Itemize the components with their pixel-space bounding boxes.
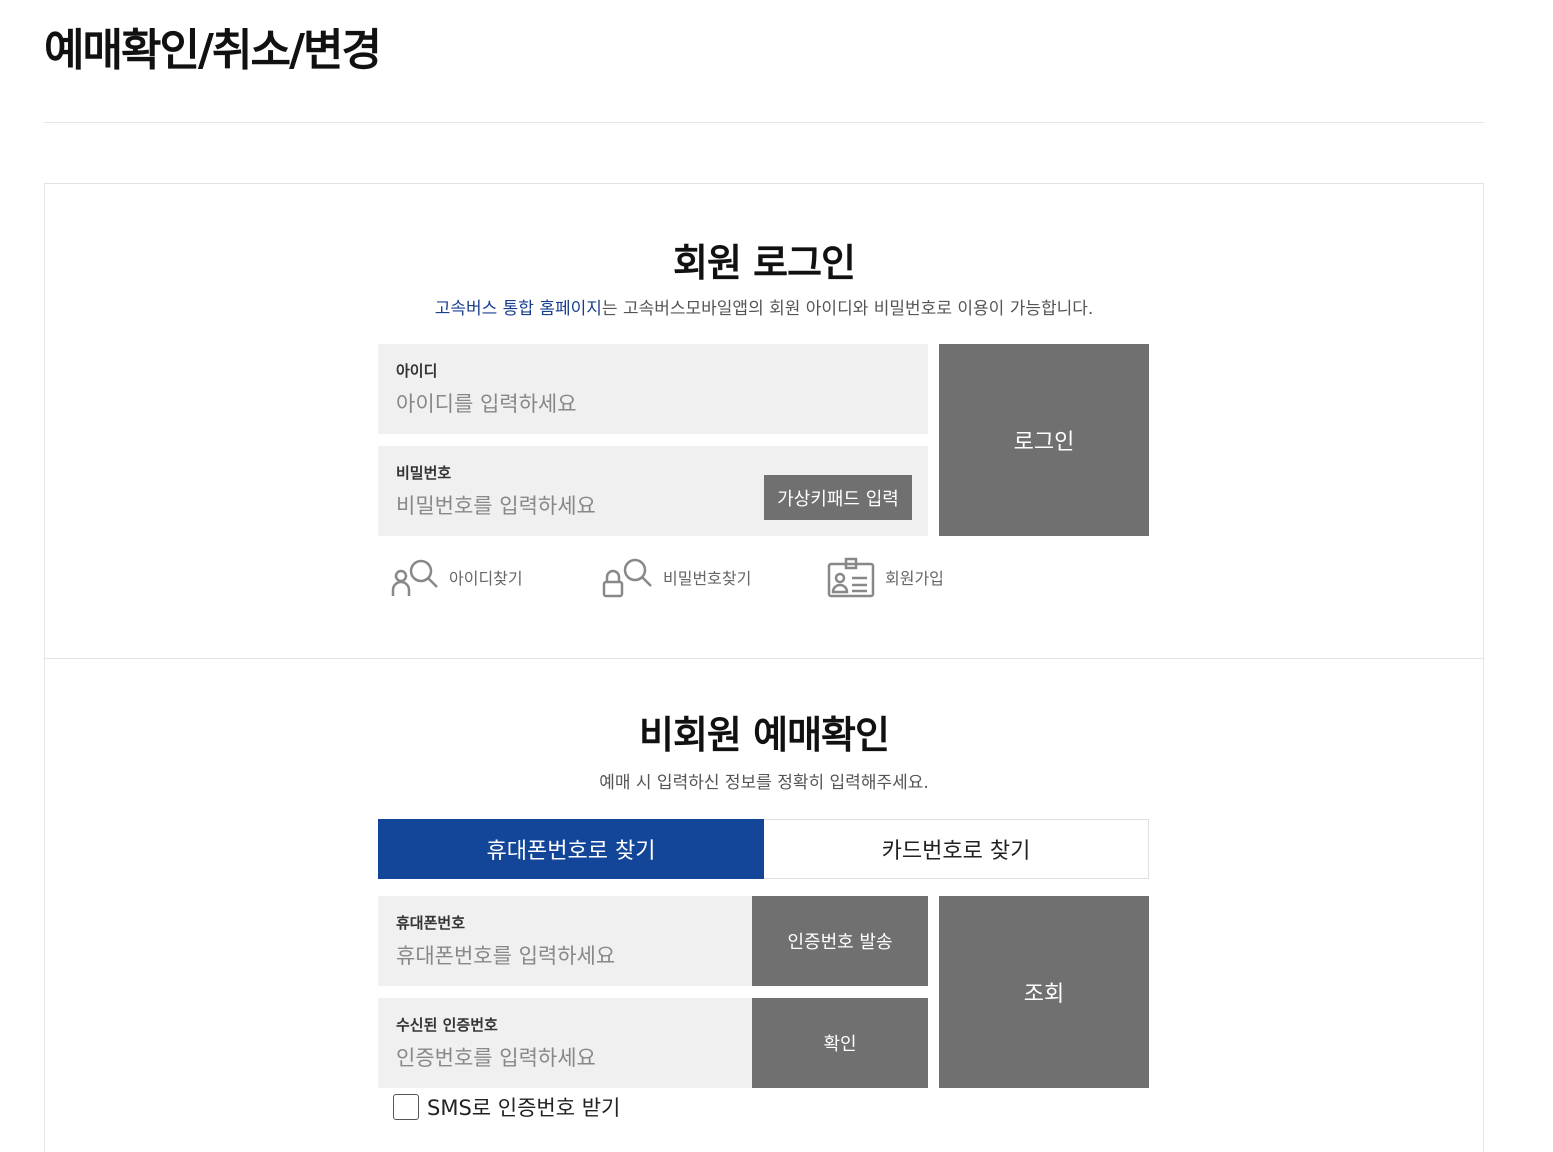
title-divider bbox=[44, 122, 1484, 123]
phone-label: 휴대폰번호 bbox=[396, 914, 466, 932]
password-input[interactable]: 비밀번호를 입력하세요 bbox=[396, 490, 596, 520]
signup-link[interactable]: 회원가입 bbox=[827, 556, 944, 598]
password-field[interactable]: 비밀번호 비밀번호를 입력하세요 가상키패드 입력 bbox=[378, 446, 928, 536]
find-id-label: 아이디찾기 bbox=[449, 569, 523, 588]
confirm-code-button[interactable]: 확인 bbox=[752, 998, 928, 1088]
member-desc-text: 는 고속버스모바일앱의 회원 아이디와 비밀번호로 이용이 가능합니다. bbox=[601, 299, 1094, 319]
section-divider bbox=[45, 658, 1483, 659]
find-password-link[interactable]: 비밀번호찾기 bbox=[601, 556, 751, 598]
guest-confirm-desc: 예매 시 입력하신 정보를 정확히 입력해주세요. bbox=[599, 773, 929, 793]
phone-field[interactable]: 휴대폰번호 휴대폰번호를 입력하세요 bbox=[378, 896, 752, 986]
find-id-link[interactable]: 아이디찾기 bbox=[391, 556, 523, 598]
code-label: 수신된 인증번호 bbox=[396, 1016, 498, 1034]
phone-input[interactable]: 휴대폰번호를 입력하세요 bbox=[396, 940, 615, 970]
tab-card-search[interactable]: 카드번호로 찾기 bbox=[764, 819, 1149, 879]
find-id-icon bbox=[391, 559, 438, 596]
code-field[interactable]: 수신된 인증번호 인증번호를 입력하세요 bbox=[378, 998, 752, 1088]
signup-label: 회원가입 bbox=[885, 569, 944, 588]
code-input[interactable]: 인증번호를 입력하세요 bbox=[396, 1042, 596, 1072]
member-login-title: 회원 로그인 bbox=[672, 241, 856, 285]
search-button[interactable]: 조회 bbox=[939, 896, 1149, 1088]
find-password-label: 비밀번호찾기 bbox=[663, 569, 752, 588]
sms-checkbox-row[interactable]: SMS로 인증번호 받기 bbox=[393, 1092, 620, 1122]
homepage-highlight: 고속버스 통합 홈페이지 bbox=[434, 299, 602, 319]
find-password-icon bbox=[602, 558, 652, 598]
id-field[interactable]: 아이디 아이디를 입력하세요 bbox=[378, 344, 928, 434]
login-button[interactable]: 로그인 bbox=[939, 344, 1149, 536]
tab-phone-search[interactable]: 휴대폰번호로 찾기 bbox=[378, 819, 764, 879]
member-card-icon bbox=[827, 557, 875, 598]
id-input[interactable]: 아이디를 입력하세요 bbox=[396, 388, 577, 418]
sms-label: SMS로 인증번호 받기 bbox=[427, 1096, 621, 1120]
member-login-desc: 고속버스 통합 홈페이지는 고속버스모바일앱의 회원 아이디와 비밀번호로 이용… bbox=[45, 294, 1483, 319]
id-label: 아이디 bbox=[396, 362, 438, 380]
page-title: 예매확인/취소/변경 bbox=[44, 25, 382, 76]
confirm-panel: 회원 로그인 고속버스 통합 홈페이지는 고속버스모바일앱의 회원 아이디와 비… bbox=[44, 183, 1484, 1152]
sms-checkbox[interactable] bbox=[393, 1094, 419, 1120]
guest-confirm-title: 비회원 예매확인 bbox=[639, 713, 890, 757]
send-code-button[interactable]: 인증번호 발송 bbox=[752, 896, 928, 986]
virtual-keypad-button[interactable]: 가상키패드 입력 bbox=[764, 475, 912, 520]
password-label: 비밀번호 bbox=[396, 464, 452, 482]
